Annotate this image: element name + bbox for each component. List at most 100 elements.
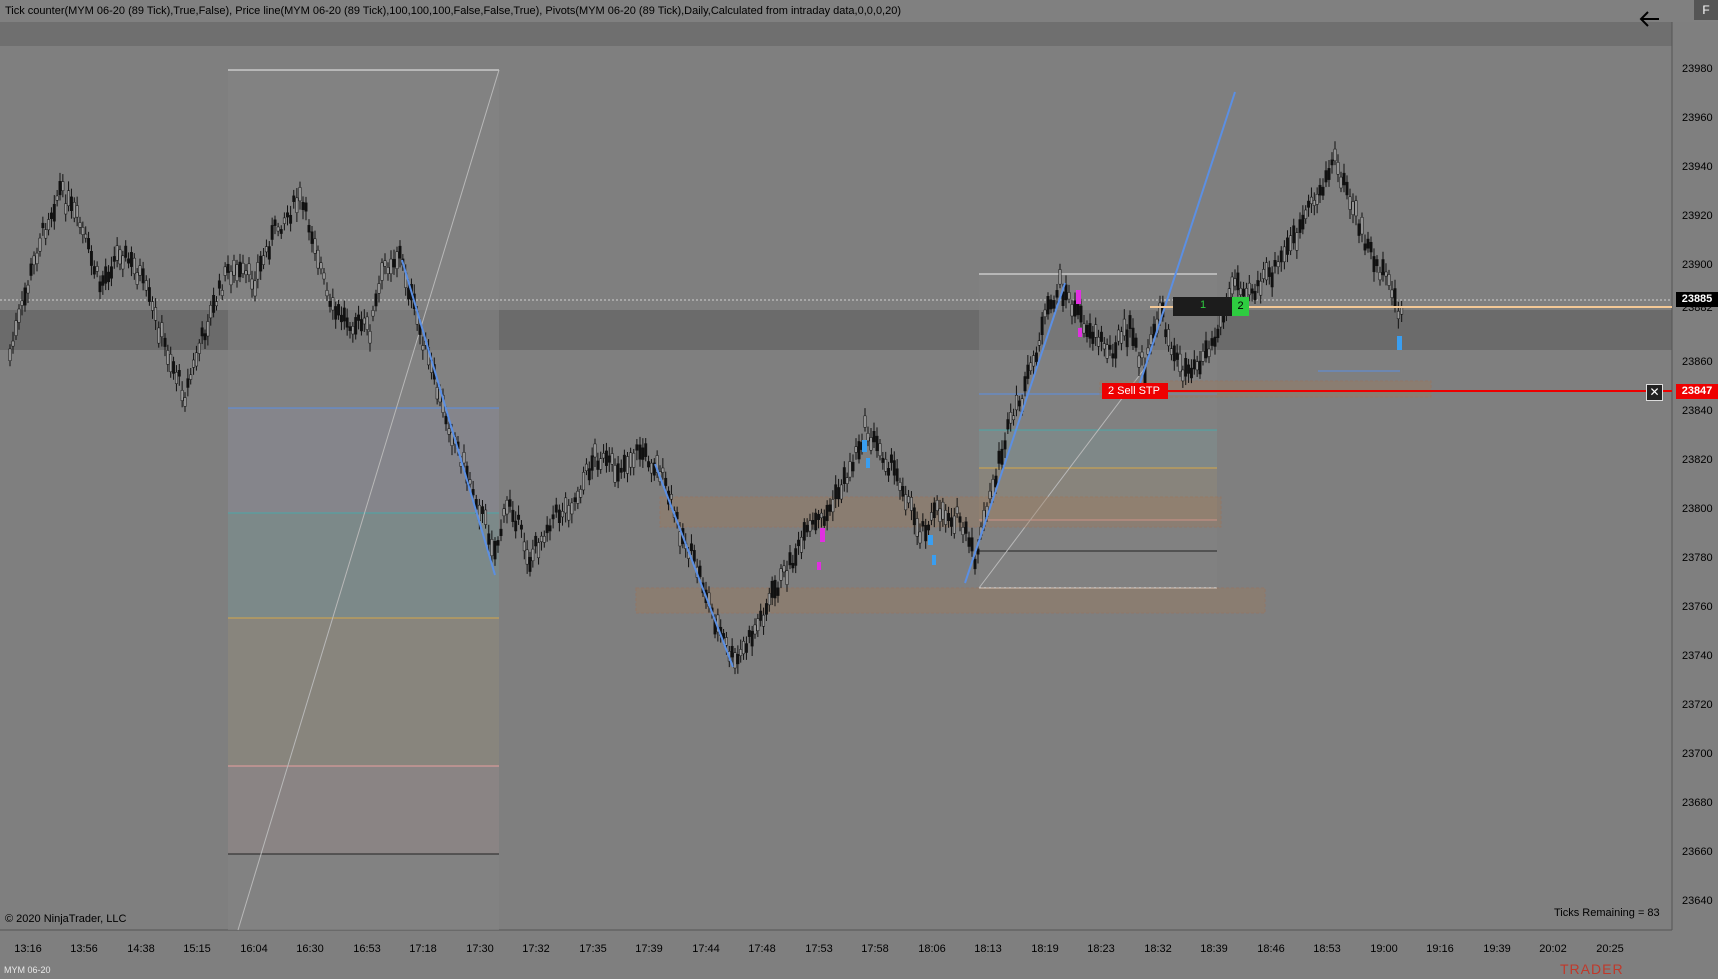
candle-body [365,316,369,330]
time-label: 13:56 [70,943,98,955]
candle-body [1267,267,1271,277]
candle-body [842,467,846,484]
candle-body [383,260,387,267]
candle-body [1172,345,1176,362]
candle-body [825,504,829,522]
candle-body [604,450,608,466]
time-label: 13:16 [14,943,42,955]
sell-stop-order-button[interactable]: 2 Sell STP [1102,383,1168,399]
candle-body [1201,350,1205,362]
candle-body [1279,250,1283,263]
candle-body [1023,376,1027,392]
candle-body [58,181,62,196]
candle-body [724,637,728,646]
candle-body [223,266,227,276]
candle-body [1372,256,1376,273]
candle-body [496,540,500,546]
candle-body [1119,331,1123,344]
candle-body [129,252,133,267]
candle-body [1125,329,1129,348]
candle-body [368,331,372,344]
candle-body [276,226,280,232]
candle-body [1298,219,1302,233]
candle-body [596,460,600,470]
candle-body [1102,343,1106,350]
candle-body [1276,261,1280,268]
candle-body [1026,364,1030,379]
time-label: 17:48 [748,943,776,955]
time-label: 18:53 [1313,943,1341,955]
close-x-icon[interactable]: ✕ [1646,384,1663,401]
candle-body [1307,200,1311,208]
candle-body [1137,355,1141,368]
candle-body [220,290,224,296]
candle-body [203,333,207,341]
time-label: 14:38 [127,943,155,955]
candle-body [525,549,529,565]
candle-body [854,446,858,453]
candle-body [857,441,861,460]
candle-body [235,264,239,281]
candle-body [1282,246,1286,263]
candle-body [1178,353,1182,372]
candle-body [958,516,962,523]
candle-body [244,270,248,276]
candle-body [1012,415,1016,421]
candle-body [901,486,905,497]
candle-body [921,521,925,527]
candle-body [1336,162,1340,175]
candle-body [1239,287,1243,295]
price-label: 23700 [1682,748,1713,760]
candle-body [1111,353,1115,359]
candle-body [141,268,145,284]
candle-body [1324,170,1328,183]
candle-body [1105,344,1109,359]
candle-body [887,468,891,476]
position-quantity-right[interactable]: 2 [1232,297,1249,316]
candle-body [1073,300,1077,317]
candle-body [481,506,484,514]
candle-body [1167,329,1171,347]
candle-body [528,556,532,572]
candle-body [282,217,286,224]
candle-body [307,224,311,233]
time-label: 15:15 [183,943,211,955]
candle-body [567,505,571,521]
candle-body [357,314,361,321]
candle-body [264,246,268,253]
candle-body [955,506,959,514]
candle-body [616,463,620,482]
candle-body [183,397,187,407]
candle-body [1345,181,1349,196]
candle-body [1327,168,1331,180]
candle-body [1108,344,1112,350]
stop-price-badge[interactable]: 23847 [1676,384,1718,399]
candle-body [29,263,33,276]
candle-body [514,520,518,532]
candle-body [802,522,806,541]
candle-body [952,515,956,534]
candle-body [87,238,91,250]
candle-body [1289,235,1293,252]
candle-body [531,548,535,562]
candle-body [1029,362,1033,371]
candle-body [1339,176,1343,189]
candle-body [632,452,636,468]
price-label: 23860 [1682,356,1713,368]
candle-body [785,570,789,585]
candle-body [386,267,390,274]
candle-body [157,327,161,344]
candle-body [1088,323,1092,339]
candle-body [124,245,128,258]
price-chart[interactable] [0,0,1718,979]
candle-body [253,280,257,297]
candle-body [1192,359,1196,370]
candle-body [1390,289,1394,298]
candle-body [892,460,896,476]
f-button[interactable]: F [1694,0,1718,20]
candle-body [447,428,451,435]
candle-body [11,340,15,347]
arrow-left-icon[interactable] [1637,6,1663,32]
candle-body [200,327,204,337]
candle-body [166,350,170,365]
